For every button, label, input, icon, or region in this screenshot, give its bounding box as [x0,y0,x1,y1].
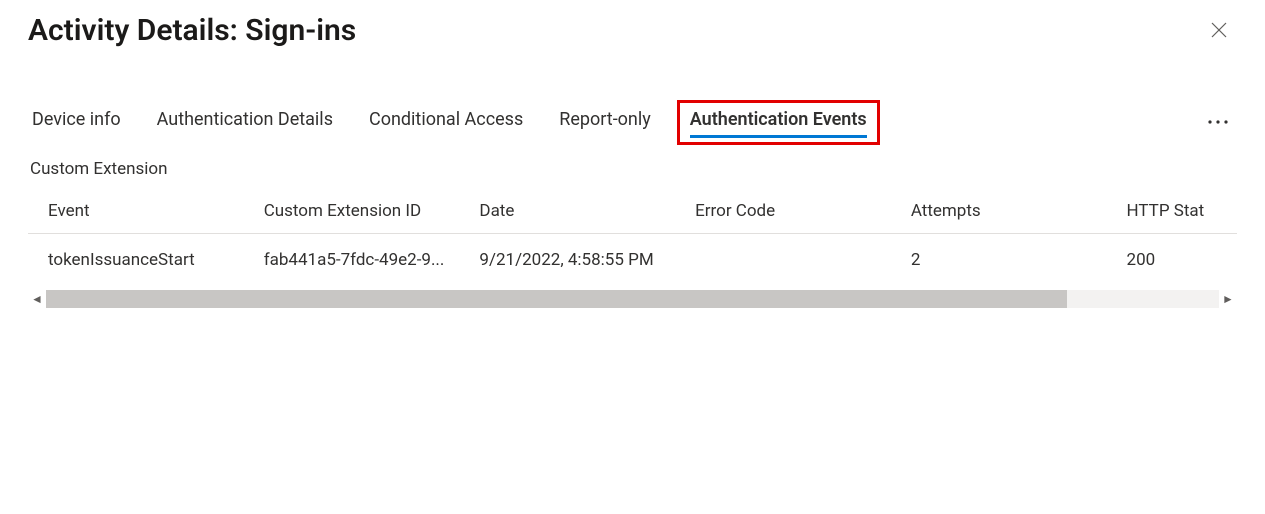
col-attempts[interactable]: Attempts [891,191,1107,234]
tab-conditional-access[interactable]: Conditional Access [369,107,523,136]
scrollbar-track[interactable] [46,290,1219,308]
col-date[interactable]: Date [459,191,675,234]
tab-highlight: Authentication Events [677,100,880,145]
cell-http-status: 200 [1107,234,1237,287]
tab-device-info[interactable]: Device info [32,107,121,136]
col-http-status[interactable]: HTTP Stat [1107,191,1237,234]
custom-extension-table: Event Custom Extension ID Date Error Cod… [28,191,1237,308]
scrollbar-thumb[interactable] [46,290,1067,308]
horizontal-scrollbar[interactable]: ◄ ► [28,290,1237,308]
cell-error-code [675,234,891,287]
page-title: Activity Details: Sign-ins [28,13,356,48]
close-button[interactable] [1201,12,1237,48]
scroll-left-arrow-icon[interactable]: ◄ [28,290,46,308]
cell-attempts: 2 [891,234,1107,287]
cell-extension-id: fab441a5-7fdc-49e2-9... [244,234,460,287]
tab-report-only[interactable]: Report-only [559,107,651,136]
table-row[interactable]: tokenIssuanceStart fab441a5-7fdc-49e2-9.… [28,234,1237,287]
section-label: Custom Extension [28,159,1237,179]
tab-authentication-details[interactable]: Authentication Details [157,107,333,136]
col-event[interactable]: Event [28,191,244,234]
table-header-row: Event Custom Extension ID Date Error Cod… [28,191,1237,234]
scroll-right-arrow-icon[interactable]: ► [1219,290,1237,308]
cell-date: 9/21/2022, 4:58:55 PM [459,234,675,287]
tab-authentication-events[interactable]: Authentication Events [690,107,867,136]
col-error-code[interactable]: Error Code [675,191,891,234]
close-icon [1210,21,1228,39]
col-extension-id[interactable]: Custom Extension ID [244,191,460,234]
more-icon [1207,119,1229,125]
tabs: Device info Authentication Details Condi… [28,104,1237,139]
more-tabs-button[interactable] [1203,115,1233,129]
cell-event: tokenIssuanceStart [28,234,244,287]
